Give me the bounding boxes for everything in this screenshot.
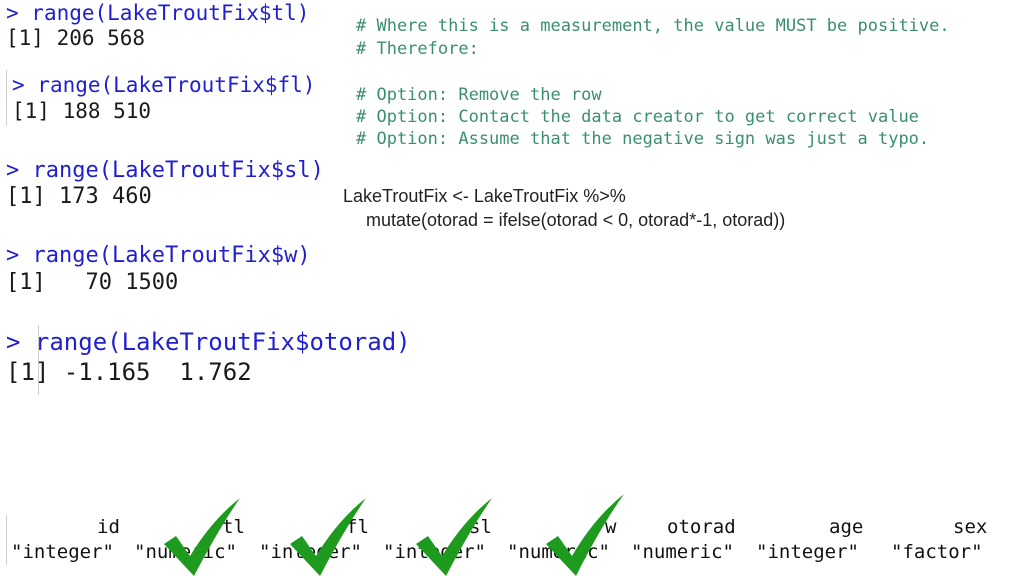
console-command: > range(LakeTroutFix$w): [6, 243, 311, 268]
comment-line: # Where this is a measurement, the value…: [356, 16, 950, 36]
comment-option: # Option: Assume that the negative sign …: [356, 129, 930, 149]
console-result: [1] 188 510: [12, 99, 152, 123]
checkmark-icon: [416, 498, 492, 576]
checkmark-icon: [164, 498, 240, 576]
column-class: "factor": [891, 541, 983, 563]
console-result: [1] -1.165 1.762: [6, 358, 252, 386]
console-result: [1] 70 1500: [6, 270, 179, 295]
column-name: sex: [953, 516, 988, 538]
comment-option: # Option: Contact the data creator to ge…: [356, 107, 919, 127]
console-result: [1] 173 460: [6, 184, 152, 209]
comment-option: # Option: Remove the row: [356, 85, 602, 105]
console-command: > range(LakeTroutFix$sl): [6, 158, 324, 183]
comment-line: # Therefore:: [356, 39, 479, 59]
code-line: mutate(otorad = ifelse(otorad < 0, otora…: [366, 210, 786, 230]
column-name: age: [829, 516, 864, 538]
console-command: > range(LakeTroutFix$fl): [12, 73, 316, 97]
console-command: > range(LakeTroutFix$tl): [6, 1, 310, 25]
column-class: "integer": [756, 541, 859, 563]
checkmark-icon: [290, 498, 366, 576]
code-line: LakeTroutFix <- LakeTroutFix %>%: [343, 186, 626, 206]
console-command: > range(LakeTroutFix$otorad): [6, 328, 411, 356]
column-name: otorad: [667, 516, 736, 538]
column-name: id: [97, 516, 120, 538]
console-result: [1] 206 568: [6, 26, 146, 50]
checkmark-icon: [546, 494, 624, 576]
column-class: "numeric": [631, 541, 734, 563]
column-class: "integer": [11, 541, 114, 563]
